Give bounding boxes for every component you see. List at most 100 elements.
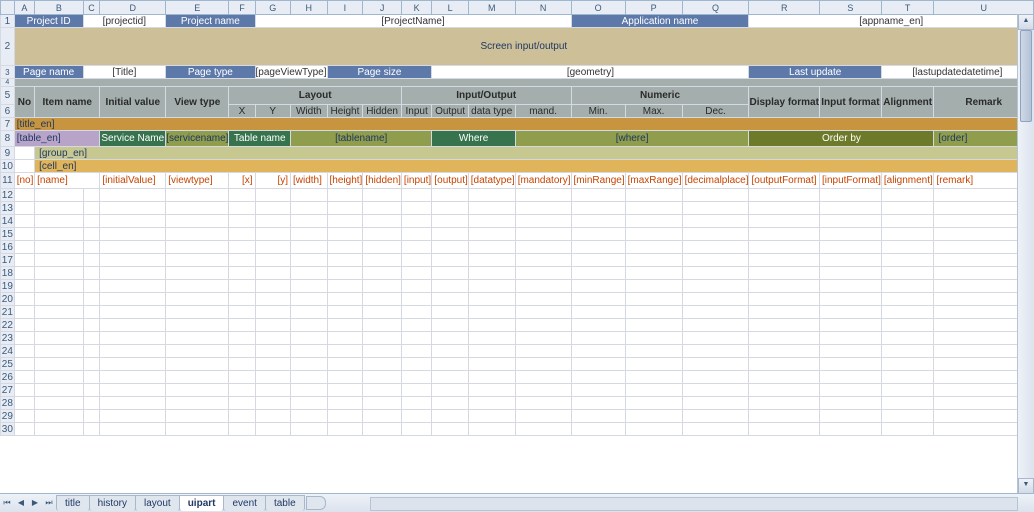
cell[interactable]	[468, 371, 515, 384]
cell[interactable]	[291, 423, 328, 436]
cell[interactable]	[881, 306, 934, 319]
cell[interactable]	[401, 228, 431, 241]
cell[interactable]	[255, 280, 290, 293]
cell[interactable]	[255, 332, 290, 345]
column-header[interactable]: B	[35, 1, 83, 15]
cell[interactable]	[401, 306, 431, 319]
cell[interactable]	[468, 332, 515, 345]
cell[interactable]	[14, 371, 34, 384]
column-header[interactable]: A	[14, 1, 34, 15]
cell[interactable]	[255, 254, 290, 267]
cell[interactable]	[625, 371, 682, 384]
cell[interactable]	[363, 280, 402, 293]
cell[interactable]	[83, 332, 100, 345]
row-number[interactable]: 9	[1, 147, 15, 160]
cell[interactable]	[881, 280, 934, 293]
cell[interactable]	[291, 371, 328, 384]
cell[interactable]	[401, 397, 431, 410]
data-mand[interactable]: [mandatory]	[515, 173, 571, 189]
cell[interactable]	[291, 215, 328, 228]
cell[interactable]	[625, 254, 682, 267]
cell[interactable]	[363, 384, 402, 397]
row-number[interactable]: 16	[1, 241, 15, 254]
cell[interactable]	[166, 319, 229, 332]
cell[interactable]	[291, 293, 328, 306]
cell[interactable]	[468, 202, 515, 215]
cell[interactable]	[327, 423, 363, 436]
cell[interactable]	[35, 280, 83, 293]
cell[interactable]	[571, 384, 625, 397]
cell[interactable]	[229, 410, 255, 423]
column-header[interactable]: M	[468, 1, 515, 15]
value-service-name[interactable]: [servicename]	[166, 131, 229, 147]
cell[interactable]	[291, 267, 328, 280]
data-max[interactable]: [maxRange]	[625, 173, 682, 189]
cell[interactable]	[100, 384, 166, 397]
cell[interactable]	[625, 202, 682, 215]
column-header[interactable]: E	[166, 1, 229, 15]
cell[interactable]	[327, 280, 363, 293]
cell[interactable]	[749, 306, 819, 319]
column-header[interactable]: C	[83, 1, 100, 15]
cell[interactable]	[255, 306, 290, 319]
cell[interactable]	[682, 423, 749, 436]
cell[interactable]	[749, 267, 819, 280]
cell[interactable]	[571, 358, 625, 371]
cell[interactable]	[625, 410, 682, 423]
cell[interactable]	[83, 410, 100, 423]
cell[interactable]	[255, 423, 290, 436]
cell[interactable]	[625, 267, 682, 280]
cell[interactable]	[255, 345, 290, 358]
cell[interactable]	[819, 423, 881, 436]
cell[interactable]	[682, 202, 749, 215]
cell[interactable]	[83, 189, 100, 202]
row-number[interactable]: 12	[1, 189, 15, 202]
cell[interactable]	[819, 280, 881, 293]
cell[interactable]	[327, 319, 363, 332]
cell[interactable]	[14, 293, 34, 306]
cell[interactable]	[625, 332, 682, 345]
cell[interactable]	[749, 228, 819, 241]
tab-nav-prev[interactable]: ◀	[15, 496, 27, 510]
cell[interactable]	[468, 189, 515, 202]
data-y[interactable]: [y]	[255, 173, 290, 189]
cell[interactable]	[625, 241, 682, 254]
cell[interactable]	[881, 384, 934, 397]
cell[interactable]	[14, 345, 34, 358]
cell[interactable]	[432, 228, 468, 241]
row-number[interactable]: 23	[1, 332, 15, 345]
cell[interactable]	[468, 397, 515, 410]
data-view[interactable]: [viewtype]	[166, 173, 229, 189]
cell[interactable]	[327, 241, 363, 254]
column-header[interactable]: J	[363, 1, 402, 15]
cell[interactable]	[749, 202, 819, 215]
cell[interactable]	[35, 254, 83, 267]
cell[interactable]	[229, 228, 255, 241]
cell[interactable]	[35, 410, 83, 423]
cell[interactable]	[682, 228, 749, 241]
cell[interactable]	[401, 241, 431, 254]
cell[interactable]	[229, 254, 255, 267]
cell[interactable]	[682, 410, 749, 423]
cell[interactable]	[166, 293, 229, 306]
cell[interactable]	[100, 397, 166, 410]
cell[interactable]	[83, 267, 100, 280]
cell[interactable]	[819, 189, 881, 202]
column-header-row[interactable]: ABCDEFGHIJKLMNOPQRSTU	[1, 1, 1034, 15]
data-no[interactable]: [no]	[14, 173, 34, 189]
cell[interactable]	[291, 397, 328, 410]
cell[interactable]	[83, 293, 100, 306]
cell[interactable]	[749, 332, 819, 345]
sheet-tab-history[interactable]: history	[89, 495, 136, 511]
row-title[interactable]: [title_en]	[14, 118, 1033, 131]
cell[interactable]	[468, 293, 515, 306]
cell[interactable]	[327, 345, 363, 358]
cell[interactable]	[682, 241, 749, 254]
select-all-corner[interactable]	[1, 1, 15, 15]
cell[interactable]	[229, 202, 255, 215]
cell[interactable]	[682, 397, 749, 410]
cell[interactable]	[166, 189, 229, 202]
cell[interactable]	[749, 410, 819, 423]
cell[interactable]	[35, 358, 83, 371]
cell[interactable]	[363, 410, 402, 423]
